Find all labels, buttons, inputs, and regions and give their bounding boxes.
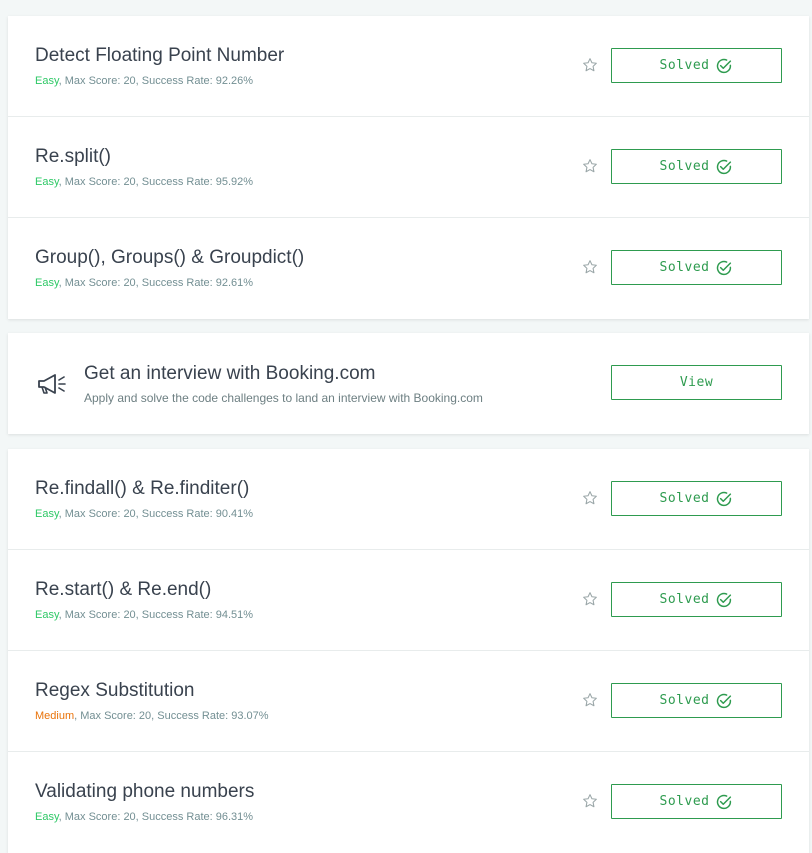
challenge-stats: , Max Score: 20, Success Rate: 95.92% [58,176,254,188]
difficulty-label: Medium [35,710,75,722]
challenge-row[interactable]: Re.split() Easy, Max Score: 20, Success … [8,117,809,218]
challenge-row[interactable]: Re.findall() & Re.finditer() Easy, Max S… [8,449,809,550]
solved-label: Solved [659,58,710,73]
star-icon[interactable] [582,158,598,174]
solved-button[interactable]: Solved [611,48,782,83]
star-icon[interactable] [582,57,598,73]
challenge-meta: Easy, Max Score: 20, Success Rate: 96.31… [35,811,253,823]
check-circle-icon [717,693,732,708]
solved-button[interactable]: Solved [611,250,782,285]
star-icon[interactable] [582,259,598,275]
challenge-stats: , Max Score: 20, Success Rate: 93.07% [74,710,269,722]
challenge-row[interactable]: Detect Floating Point Number Easy, Max S… [8,16,809,117]
challenge-title[interactable]: Regex Substitution [35,680,195,702]
view-button[interactable]: View [611,365,782,400]
challenge-title[interactable]: Group(), Groups() & Groupdict() [35,247,304,269]
check-circle-icon [717,491,732,506]
challenge-list-group-1: Detect Floating Point Number Easy, Max S… [8,16,809,319]
challenge-title[interactable]: Re.split() [35,146,111,168]
star-icon[interactable] [582,793,598,809]
solved-label: Solved [659,693,710,708]
challenge-title[interactable]: Detect Floating Point Number [35,45,284,67]
challenge-title[interactable]: Re.start() & Re.end() [35,579,211,601]
solved-label: Solved [659,794,710,809]
difficulty-label: Easy [35,176,59,188]
difficulty-label: Easy [35,277,59,289]
challenge-meta: Easy, Max Score: 20, Success Rate: 90.41… [35,508,253,520]
challenge-meta: Easy, Max Score: 20, Success Rate: 94.51… [35,609,253,621]
solved-button[interactable]: Solved [611,149,782,184]
star-icon[interactable] [582,591,598,607]
solved-button[interactable]: Solved [611,784,782,819]
solved-button[interactable]: Solved [611,582,782,617]
challenge-meta: Easy, Max Score: 20, Success Rate: 92.61… [35,277,253,289]
check-circle-icon [717,794,732,809]
difficulty-label: Easy [35,75,59,87]
challenge-stats: , Max Score: 20, Success Rate: 92.26% [58,75,254,87]
challenge-stats: , Max Score: 20, Success Rate: 94.51% [58,609,254,621]
challenge-meta: Easy, Max Score: 20, Success Rate: 92.26… [35,75,253,87]
difficulty-label: Easy [35,811,59,823]
megaphone-icon [38,374,66,394]
challenge-row[interactable]: Regex Substitution Medium, Max Score: 20… [8,651,809,752]
solved-label: Solved [659,159,710,174]
challenge-title[interactable]: Validating phone numbers [35,781,254,803]
challenge-meta: Easy, Max Score: 20, Success Rate: 95.92… [35,176,253,188]
challenge-row[interactable]: Validating phone numbers Easy, Max Score… [8,752,809,853]
check-circle-icon [717,260,732,275]
solved-label: Solved [659,592,710,607]
challenge-row[interactable]: Group(), Groups() & Groupdict() Easy, Ma… [8,218,809,319]
solved-label: Solved [659,491,710,506]
solved-button[interactable]: Solved [611,683,782,718]
interview-promo-card: Get an interview with Booking.com Apply … [8,333,809,434]
challenge-list-group-2: Re.findall() & Re.finditer() Easy, Max S… [8,449,809,853]
challenge-stats: , Max Score: 20, Success Rate: 92.61% [58,277,254,289]
difficulty-label: Easy [35,609,59,621]
check-circle-icon [717,592,732,607]
promo-subtitle: Apply and solve the code challenges to l… [84,391,483,405]
difficulty-label: Easy [35,508,59,520]
check-circle-icon [717,159,732,174]
promo-title: Get an interview with Booking.com [84,363,376,384]
challenge-stats: , Max Score: 20, Success Rate: 90.41% [58,508,254,520]
challenge-stats: , Max Score: 20, Success Rate: 96.31% [58,811,254,823]
star-icon[interactable] [582,490,598,506]
solved-button[interactable]: Solved [611,481,782,516]
challenge-title[interactable]: Re.findall() & Re.finditer() [35,478,249,500]
challenge-meta: Medium, Max Score: 20, Success Rate: 93.… [35,710,269,722]
challenge-row[interactable]: Re.start() & Re.end() Easy, Max Score: 2… [8,550,809,651]
solved-label: Solved [659,260,710,275]
star-icon[interactable] [582,692,598,708]
check-circle-icon [717,58,732,73]
